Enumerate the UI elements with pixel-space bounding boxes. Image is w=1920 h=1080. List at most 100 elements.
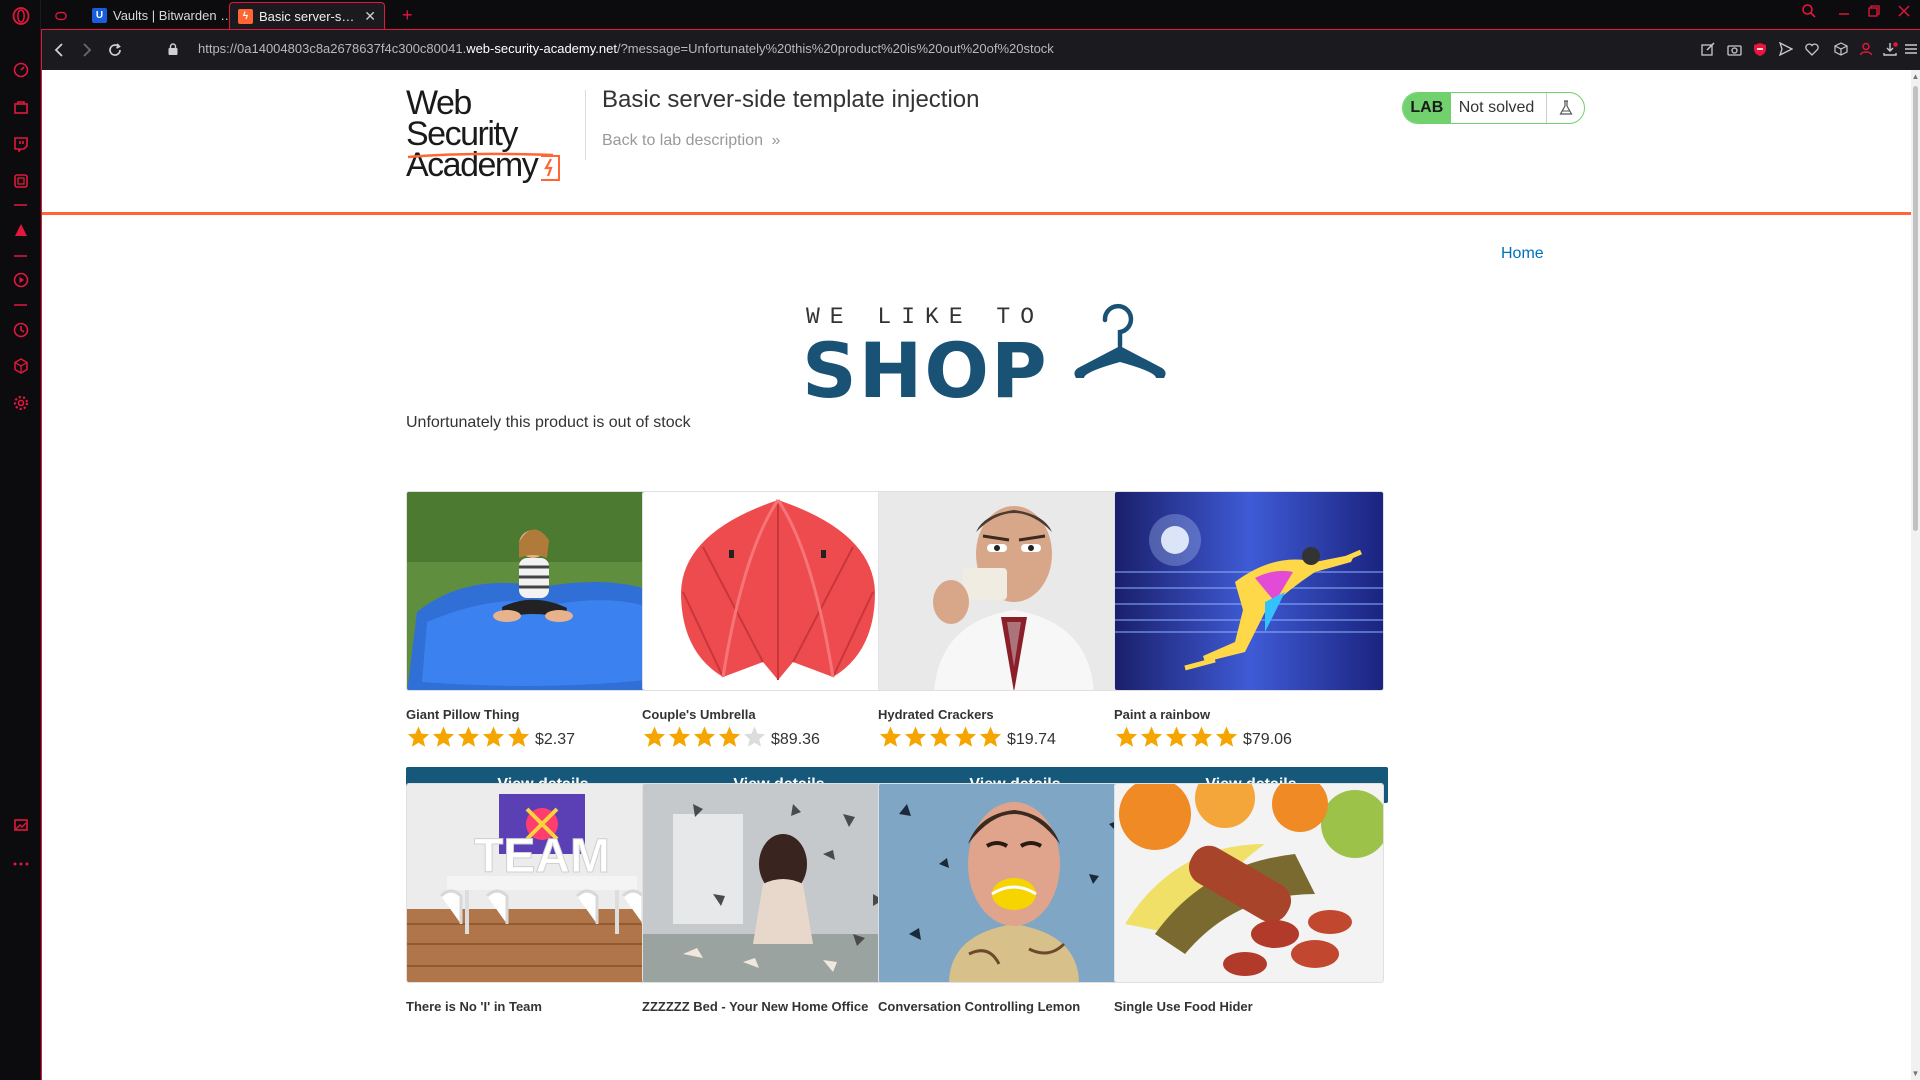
browser-sidebar xyxy=(0,0,41,1080)
star-rating-icons xyxy=(1114,725,1239,749)
heart-icon[interactable] xyxy=(1803,40,1821,58)
web-page: Web Security Academy Basic server-side t… xyxy=(41,70,1911,1080)
star-filled-icon xyxy=(929,726,952,747)
star-filled-icon xyxy=(904,726,927,747)
star-filled-icon xyxy=(668,726,691,747)
product-card: Conversation Controlling Lemon xyxy=(878,783,1152,1014)
product-image: TEAM xyxy=(406,783,676,983)
back-arrow-icon[interactable] xyxy=(48,39,70,61)
send-icon[interactable] xyxy=(1777,40,1795,58)
web-security-academy-logo[interactable]: Web Security Academy xyxy=(406,84,571,182)
tab-bar: U Vaults | Bitwarden Web vault ✕ ϟ Basic… xyxy=(41,0,1920,29)
product-card: ZZZZZZ Bed - Your New Home Office xyxy=(642,783,916,1014)
sidebar-divider xyxy=(14,204,27,206)
opera-logo-icon[interactable] xyxy=(11,6,30,25)
svg-text:TEAM: TEAM xyxy=(474,830,610,883)
product-name: Conversation Controlling Lemon xyxy=(878,999,1081,1014)
double-chevron-right-icon: » xyxy=(771,132,781,149)
product-image xyxy=(878,491,1148,691)
product-image xyxy=(878,783,1148,983)
star-filled-icon xyxy=(979,726,1002,747)
profile-icon[interactable] xyxy=(1857,40,1875,58)
reload-icon[interactable] xyxy=(104,39,126,61)
new-tab-plus-icon[interactable]: + xyxy=(394,2,420,29)
page-scrollbar[interactable]: ▲ ▼ xyxy=(1911,70,1920,1080)
forward-arrow-icon[interactable] xyxy=(76,39,98,61)
home-link[interactable]: Home xyxy=(1501,245,1544,263)
url-path: /?message=Unfortunately%20this%20product… xyxy=(616,41,1054,56)
logo-line-1: Web Security xyxy=(406,84,518,153)
product-rating: $19.74 xyxy=(878,725,1056,749)
history-icon[interactable] xyxy=(11,320,30,339)
product-image xyxy=(406,491,676,691)
product-card: Paint a rainbow $79.06 View details xyxy=(1114,491,1388,803)
product-price: $2.37 xyxy=(535,730,576,748)
product-name: Paint a rainbow xyxy=(1114,707,1211,722)
star-filled-icon xyxy=(482,726,505,747)
download-icon[interactable] xyxy=(1881,40,1899,58)
search-tabs-icon[interactable] xyxy=(1802,4,1816,23)
close-window-icon[interactable] xyxy=(1898,4,1910,23)
flask-icon[interactable] xyxy=(1546,93,1584,123)
product-image xyxy=(1114,491,1384,691)
star-rating-icons xyxy=(878,725,1003,749)
scroll-down-icon[interactable]: ▼ xyxy=(1911,1069,1920,1078)
address-bar: https://0a14004803c8a2678637f4c300c80041… xyxy=(41,29,1920,70)
sidebar-divider xyxy=(14,255,27,257)
coat-hanger-icon xyxy=(1074,303,1166,378)
star-filled-icon xyxy=(1190,726,1213,747)
shopping-bag-icon[interactable] xyxy=(11,97,30,116)
restore-icon[interactable] xyxy=(1868,4,1880,23)
star-rating-icons xyxy=(406,725,531,749)
star-filled-icon xyxy=(643,726,666,747)
sidebar-divider xyxy=(14,304,27,306)
lab-title: Basic server-side template injection xyxy=(602,86,980,113)
product-price: $79.06 xyxy=(1243,730,1292,748)
product-image xyxy=(642,491,912,691)
star-filled-icon xyxy=(1115,726,1138,747)
back-to-lab-description-link[interactable]: Back to lab description » xyxy=(602,132,780,150)
tab-title: Vaults | Bitwarden Web vault xyxy=(113,8,241,23)
product-card: Couple's Umbrella $89.36 View details xyxy=(642,491,916,803)
ai-assistant-icon[interactable] xyxy=(11,171,30,190)
scrollbar-thumb[interactable] xyxy=(1913,86,1918,531)
camera-icon[interactable] xyxy=(1725,40,1743,58)
twitch-icon[interactable] xyxy=(11,134,30,153)
star-filled-icon xyxy=(457,726,480,747)
extensions-icon[interactable] xyxy=(11,356,30,375)
tab-lab[interactable]: ϟ Basic server-side template injection ✕ xyxy=(229,2,385,29)
product-name: There is No 'I' in Team xyxy=(406,999,542,1014)
lab-status-widget: LAB Not solved xyxy=(1402,92,1585,124)
more-dots-icon[interactable] xyxy=(11,854,30,873)
url-host: web-security-academy.net xyxy=(466,41,617,56)
star-filled-icon xyxy=(432,726,455,747)
adblock-shield-icon[interactable] xyxy=(1751,40,1769,58)
shop-word: SHOP xyxy=(802,326,1049,415)
edit-icon[interactable] xyxy=(1699,40,1717,58)
pinboard-icon[interactable] xyxy=(11,815,30,834)
product-rating: $79.06 xyxy=(1114,725,1292,749)
game-controller-icon[interactable] xyxy=(47,2,75,29)
lab-header: Web Security Academy Basic server-side t… xyxy=(42,70,1911,215)
cube-icon[interactable] xyxy=(1832,40,1850,58)
star-filled-icon xyxy=(407,726,430,747)
close-icon[interactable]: ✕ xyxy=(364,8,376,25)
menu-icon[interactable] xyxy=(1902,40,1920,58)
product-name: Couple's Umbrella xyxy=(642,707,756,722)
star-empty-icon xyxy=(743,726,766,747)
speed-dial-icon[interactable] xyxy=(11,60,30,79)
product-price: $89.36 xyxy=(771,730,820,748)
product-rating: $89.36 xyxy=(642,725,820,749)
logo-underline xyxy=(408,152,554,159)
player-icon[interactable] xyxy=(11,270,30,289)
url-field[interactable]: https://0a14004803c8a2678637f4c300c80041… xyxy=(198,41,1054,56)
product-card: Single Use Food Hider xyxy=(1114,783,1388,1014)
product-name: Hydrated Crackers xyxy=(878,707,994,722)
lock-icon[interactable] xyxy=(168,42,178,55)
back-link-label: Back to lab description xyxy=(602,132,763,149)
aria-icon[interactable] xyxy=(11,220,30,239)
minimize-icon[interactable] xyxy=(1838,4,1850,23)
scroll-up-icon[interactable]: ▲ xyxy=(1911,72,1920,81)
settings-gear-icon[interactable] xyxy=(11,393,30,412)
product-card: Hydrated Crackers $19.74 View details xyxy=(878,491,1152,803)
